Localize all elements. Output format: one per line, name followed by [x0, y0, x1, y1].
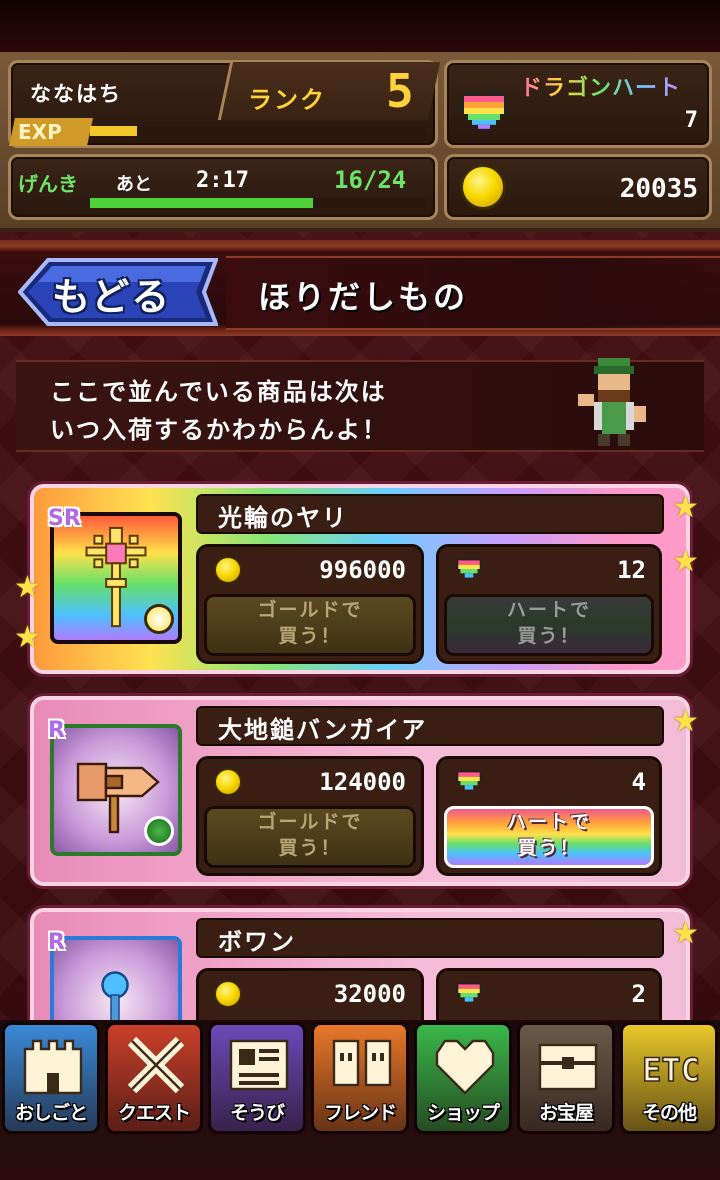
earth-element-icon — [144, 816, 174, 846]
exp-label: EXP — [9, 118, 93, 146]
svg-text:ETC: ETC — [642, 1051, 700, 1089]
castle-icon — [23, 1039, 83, 1095]
gold-value: 20035 — [619, 174, 698, 204]
rank-label: ランク — [248, 86, 326, 114]
rainbow-heart-icon — [460, 92, 508, 132]
back-button-label[interactable]: もどる — [52, 266, 171, 321]
item-rarity: R — [48, 930, 65, 955]
tab-label: クエスト — [117, 1102, 191, 1124]
message-line-2: いつ入荷するかわからんよ！ — [50, 416, 388, 444]
star-icon: ★ — [672, 544, 699, 579]
star-icon: ★ — [14, 620, 41, 655]
crossed-swords-icon — [127, 1036, 185, 1094]
etc-icon: ETC — [641, 1050, 700, 1090]
buy-with-gold-button[interactable]: ゴールドで 買う！ — [204, 594, 416, 656]
tab-label: その他 — [641, 1102, 697, 1124]
item-name: ボワン — [218, 928, 296, 956]
stamina-timer: 2:17 — [196, 168, 249, 193]
tab-label: フレンド — [323, 1102, 397, 1124]
buy-with-heart-button[interactable]: ハートで 買う！ — [444, 806, 654, 868]
heart-icon — [435, 1039, 495, 1095]
dragon-heart-value: 7 — [684, 108, 698, 133]
tab-quest[interactable]: クエスト — [105, 1022, 203, 1134]
star-icon: ★ — [672, 916, 699, 951]
heart-price: 4 — [631, 768, 646, 796]
gold-coin-icon — [214, 980, 242, 1008]
exp-bar-fill — [90, 126, 137, 136]
star-icon: ★ — [672, 490, 699, 525]
stamina-label: げんき — [18, 172, 78, 196]
tab-oshigoto[interactable]: おしごと — [2, 1022, 100, 1134]
buy-with-heart-button[interactable]: ハートで 買う！ — [444, 594, 654, 656]
page-title: ほりだしもの — [258, 278, 469, 316]
rainbow-heart-icon — [456, 770, 482, 792]
exp-bar — [90, 126, 425, 136]
status-bar — [0, 0, 720, 52]
tab-label: そうび — [229, 1102, 285, 1124]
gold-coin-icon — [460, 164, 506, 210]
item-name: 大地鎚バンガイア — [218, 716, 428, 744]
tab-friend[interactable]: フレンド — [311, 1022, 409, 1134]
star-icon: ★ — [14, 570, 41, 605]
merchant-character — [578, 358, 646, 446]
item-name: 光輪のヤリ — [218, 504, 348, 532]
item-rarity: SR — [48, 506, 81, 531]
gold-price: 32000 — [333, 980, 406, 1008]
star-icon: ★ — [672, 704, 699, 739]
tab-treasure[interactable]: お宝屋 — [517, 1022, 615, 1134]
buy-with-gold-button[interactable]: ゴールドで 買う！ — [204, 806, 416, 868]
equipment-card-icon — [229, 1039, 289, 1091]
rank-value: 5 — [386, 64, 414, 118]
sparkle-badge-icon — [144, 604, 174, 634]
tab-label: お宝屋 — [538, 1102, 594, 1124]
tab-equipment[interactable]: そうび — [208, 1022, 306, 1134]
treasure-chest-icon — [538, 1043, 598, 1091]
friends-icon — [332, 1039, 392, 1087]
tab-shop[interactable]: ショップ — [414, 1022, 512, 1134]
gold-price: 996000 — [319, 556, 406, 584]
item-rarity: R — [48, 718, 65, 743]
heart-price: 2 — [631, 980, 646, 1008]
message-line-1: ここで並んでいる商品は次は — [50, 378, 387, 406]
rainbow-heart-icon — [456, 982, 482, 1004]
dragon-heart-label: ドラゴンハート — [520, 70, 681, 102]
stamina-bar — [90, 198, 425, 208]
tab-label: おしごと — [14, 1102, 88, 1124]
gold-coin-icon — [214, 768, 242, 796]
rainbow-heart-icon — [456, 558, 482, 580]
gold-coin-icon — [214, 556, 242, 584]
gold-price: 124000 — [319, 768, 406, 796]
heart-price: 12 — [617, 556, 646, 584]
stamina-value: 16/24 — [334, 166, 407, 194]
stamina-remaining-label: あと — [116, 174, 152, 195]
player-name: ななはち — [30, 82, 122, 106]
tab-etc[interactable]: ETC その他 — [620, 1022, 718, 1134]
tab-label: ショップ — [426, 1102, 500, 1124]
stamina-bar-fill — [90, 198, 314, 208]
